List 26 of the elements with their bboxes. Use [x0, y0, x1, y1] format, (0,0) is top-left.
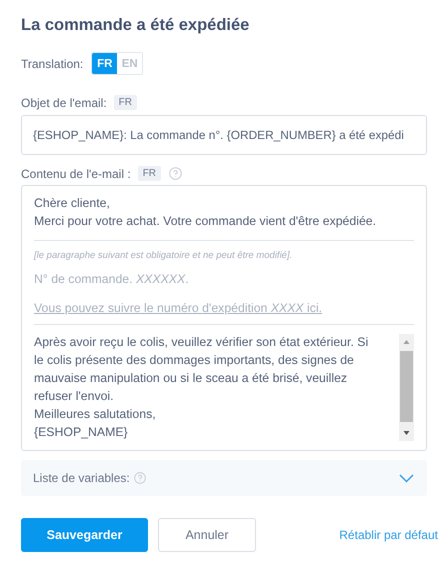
save-button[interactable]: Sauvegarder	[21, 518, 148, 552]
notice-text: [le paragraphe suivant est obligatoire et ne peut être modifié].	[34, 250, 292, 261]
variables-label: Liste de variables:	[33, 471, 130, 485]
language-badge: FR	[138, 166, 162, 181]
content-label: Contenu de l'e-mail :	[21, 166, 131, 180]
email-text: {ESHOP_NAME}	[34, 424, 129, 441]
language-badge: FR	[114, 95, 138, 110]
order-number-text: N° de commande. XXXXXX.	[34, 272, 189, 286]
variables-panel[interactable]: Liste de variables:	[21, 460, 427, 496]
translation-label: Translation:	[21, 56, 84, 70]
email-text: Merci pour votre achat. Votre commande vient d'être expédiée.	[34, 213, 378, 230]
email-text: Meilleures salutations,	[34, 406, 157, 423]
scrollbar[interactable]	[399, 334, 414, 441]
cancel-button[interactable]: Annuler	[158, 518, 256, 552]
tracking-link[interactable]: Vous pouvez suivre le numéro d'expédition XXXX ici.	[34, 301, 322, 315]
content-editor[interactable]	[21, 185, 427, 451]
subject-field[interactable]: {ESHOP_NAME}: La commande n°. {ORDER_NUMBER} a été expédi	[21, 115, 427, 155]
chevron-icon[interactable]	[399, 474, 414, 482]
email-text: Après avoir reçu le colis, veuillez vérifier son état extérieur. Si le colis présente des dommages importants, des signes de mauvaise manipulation ou si le sceau a été brisé, veuillez refuser l'envoi.	[34, 334, 370, 405]
language-tab[interactable]: FR	[92, 53, 118, 74]
subject-label: Objet de l'email:	[21, 96, 107, 110]
reset-link[interactable]: Rétablir par défaut	[339, 528, 438, 542]
help-icon[interactable]	[169, 167, 182, 180]
help-icon[interactable]	[134, 472, 146, 484]
page-title: La commande a été expédiée	[21, 16, 250, 35]
email-text: Chère cliente,	[34, 195, 111, 212]
